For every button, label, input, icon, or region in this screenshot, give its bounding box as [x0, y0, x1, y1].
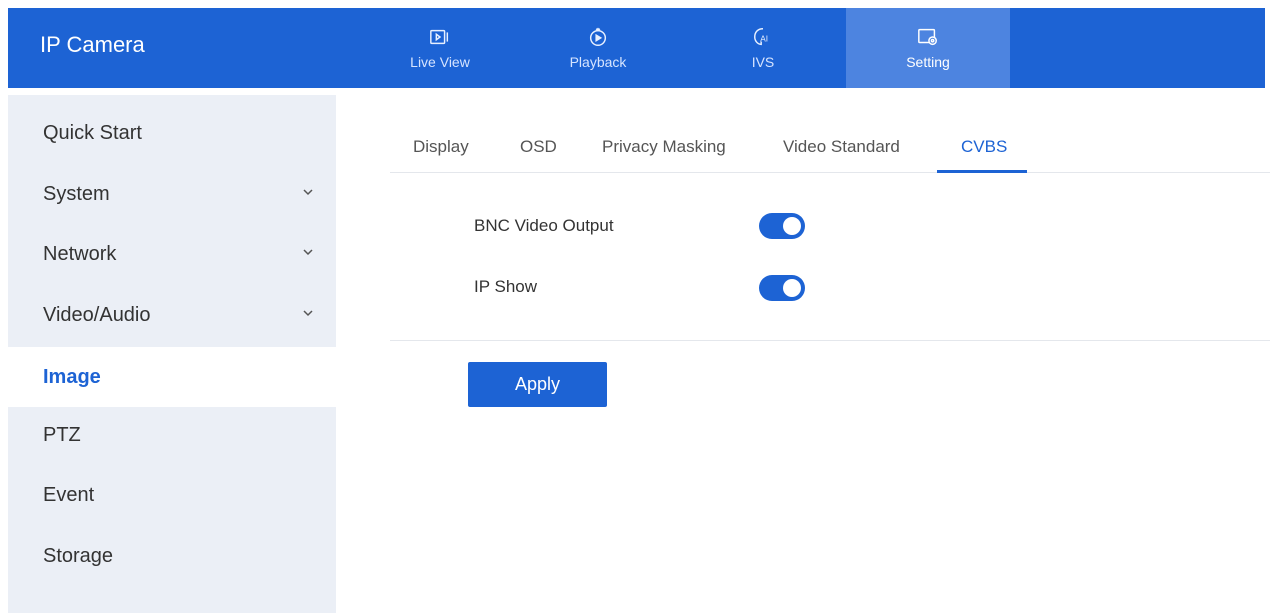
- nav-setting[interactable]: Setting: [846, 8, 1010, 88]
- sidebar-item-storage[interactable]: Storage: [8, 526, 336, 586]
- top-header: IP Camera Live View Playback AI IVS Sett…: [8, 8, 1265, 88]
- bnc-video-output-label: BNC Video Output: [474, 216, 614, 235]
- nav-ivs-label: IVS: [751, 54, 775, 70]
- chevron-down-icon: [303, 249, 313, 256]
- sidebar-item-label: Network: [43, 242, 117, 265]
- sidebar-item-event[interactable]: Event: [8, 465, 336, 525]
- sidebar-item-label: System: [43, 182, 110, 205]
- sidebar-item-label: Image: [43, 365, 101, 388]
- toggle-knob: [783, 217, 801, 235]
- apply-button[interactable]: Apply: [468, 362, 607, 407]
- toggle-knob: [783, 279, 801, 297]
- playback-icon: [589, 27, 607, 46]
- sidebar-item-label: Event: [43, 483, 95, 506]
- svg-text:AI: AI: [760, 35, 768, 44]
- sidebar-item-label: Storage: [43, 544, 114, 567]
- ip-show-label: IP Show: [474, 277, 538, 296]
- nav-playback-label: Playback: [569, 54, 627, 70]
- nav-live-view[interactable]: Live View: [358, 8, 522, 88]
- sidebar-item-system[interactable]: System: [8, 164, 336, 224]
- brand-title: IP Camera: [40, 32, 145, 57]
- nav-playback[interactable]: Playback: [516, 8, 680, 88]
- tab-cvbs[interactable]: CVBS: [961, 137, 1007, 157]
- sidebar-item-label: PTZ: [43, 423, 81, 446]
- bnc-video-output-toggle[interactable]: [759, 213, 805, 239]
- nav-live-view-label: Live View: [410, 54, 470, 70]
- chevron-down-icon: [303, 189, 313, 196]
- chevron-down-icon: [303, 310, 313, 317]
- sidebar-item-video-audio[interactable]: Video/Audio: [8, 285, 336, 345]
- sidebar-item-image[interactable]: Image: [8, 347, 336, 407]
- tab-display[interactable]: Display: [413, 137, 469, 157]
- sidebar-item-quick-start[interactable]: Quick Start: [8, 103, 336, 163]
- nav-ivs[interactable]: AI IVS: [681, 8, 845, 88]
- sidebar-item-label: Quick Start: [43, 121, 142, 144]
- tab-video-standard[interactable]: Video Standard: [783, 137, 900, 157]
- image-tabs: Display OSD Privacy Masking Video Standa…: [390, 125, 1270, 173]
- nav-setting-label: Setting: [906, 54, 950, 70]
- sidebar-item-ptz[interactable]: PTZ: [8, 405, 336, 465]
- live-view-icon: [430, 29, 449, 45]
- setting-icon: [918, 28, 937, 46]
- tab-privacy-masking[interactable]: Privacy Masking: [602, 137, 726, 157]
- section-divider: [390, 340, 1270, 341]
- sidebar-item-network[interactable]: Network: [8, 224, 336, 284]
- sidebar: Quick Start System Network Video/Audio I…: [8, 95, 336, 613]
- active-tab-indicator: [937, 170, 1027, 173]
- sidebar-item-label: Video/Audio: [43, 303, 151, 326]
- ai-ivs-icon: AI: [754, 28, 768, 46]
- tab-osd[interactable]: OSD: [520, 137, 557, 157]
- ip-show-toggle[interactable]: [759, 275, 805, 301]
